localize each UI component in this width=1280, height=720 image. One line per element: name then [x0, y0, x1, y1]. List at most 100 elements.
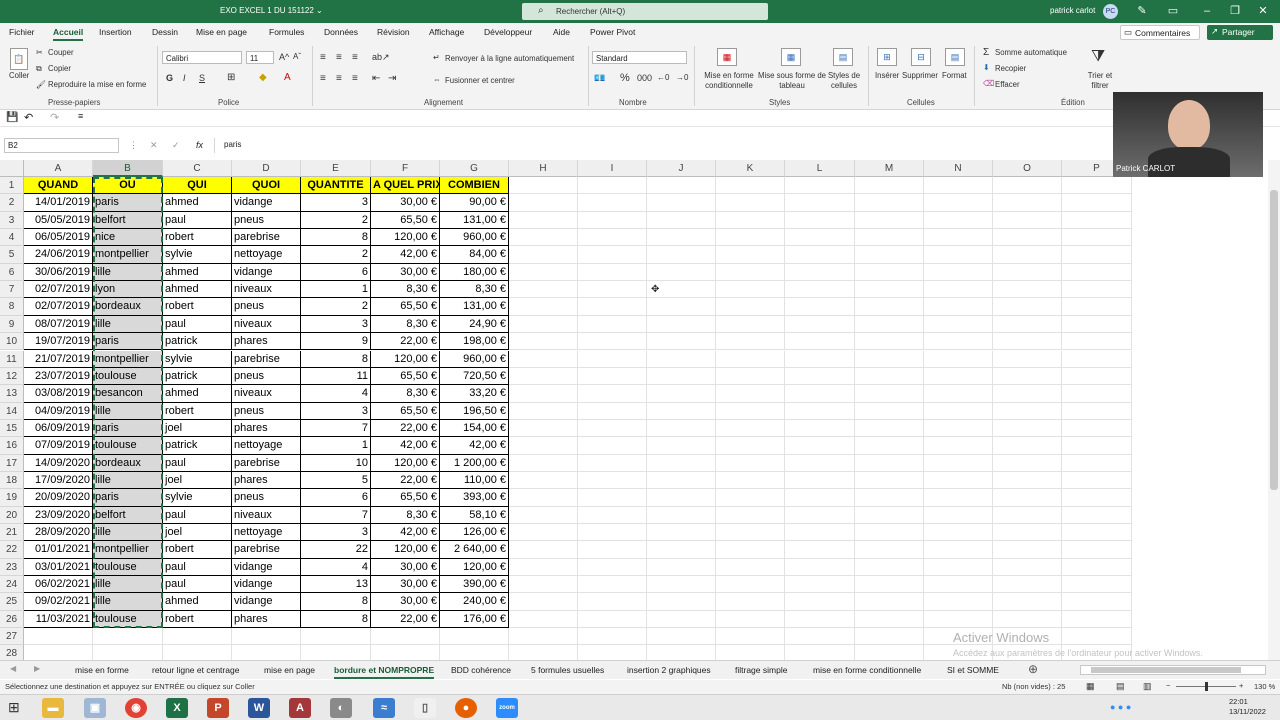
row-header[interactable]: 13: [0, 385, 24, 403]
empty-cell[interactable]: [647, 246, 716, 264]
zoom-in-icon[interactable]: +: [1239, 681, 1243, 690]
empty-cell[interactable]: [578, 471, 647, 490]
table-cell[interactable]: 960,00 €: [440, 350, 509, 368]
empty-cell[interactable]: [993, 489, 1062, 507]
empty-cell[interactable]: [1062, 402, 1132, 420]
empty-cell[interactable]: [716, 506, 785, 524]
empty-cell[interactable]: [993, 350, 1062, 368]
empty-cell[interactable]: [1062, 576, 1132, 594]
header-cell[interactable]: QUAND: [24, 177, 93, 195]
empty-cell[interactable]: [855, 298, 924, 316]
table-cell[interactable]: 22,00 €: [371, 471, 440, 490]
table-cell[interactable]: ahmed: [163, 194, 232, 212]
empty-cell[interactable]: [993, 367, 1062, 386]
empty-cell[interactable]: [993, 471, 1062, 490]
table-cell[interactable]: 58,10 €: [440, 506, 509, 524]
format-cells-icon[interactable]: ▤: [945, 48, 965, 66]
empty-cell[interactable]: [578, 315, 647, 334]
table-cell[interactable]: robert: [163, 229, 232, 247]
row-header[interactable]: 26: [0, 610, 24, 629]
app-icon[interactable]: ≈: [373, 698, 395, 718]
empty-cell[interactable]: [855, 524, 924, 542]
table-cell[interactable]: 30,00 €: [371, 263, 440, 282]
table-cell[interactable]: 720,50 €: [440, 367, 509, 386]
table-cell[interactable]: 42,00 €: [440, 437, 509, 455]
autosum-button[interactable]: Somme automatique: [995, 48, 1067, 57]
empty-cell[interactable]: [785, 298, 855, 316]
row-header[interactable]: 19: [0, 489, 24, 507]
search-box[interactable]: ⌕ Rechercher (Alt+Q): [522, 3, 768, 20]
restore-icon[interactable]: ❐: [1228, 4, 1242, 18]
table-cell[interactable]: 131,00 €: [440, 211, 509, 230]
empty-cell[interactable]: [993, 229, 1062, 247]
tab-revision[interactable]: Révision: [377, 27, 410, 37]
name-box[interactable]: B2: [4, 138, 119, 153]
paste-button[interactable]: Coller: [9, 71, 29, 80]
empty-cell[interactable]: [578, 506, 647, 524]
table-cell[interactable]: besancon: [93, 385, 163, 403]
column-header-i[interactable]: I: [578, 160, 647, 177]
empty-cell[interactable]: [716, 558, 785, 577]
empty-cell[interactable]: [232, 628, 301, 646]
windows-start-icon[interactable]: ⊞: [8, 699, 20, 716]
empty-cell[interactable]: [1062, 628, 1132, 646]
empty-cell[interactable]: [855, 576, 924, 594]
column-header-f[interactable]: F: [371, 160, 440, 177]
empty-cell[interactable]: [993, 333, 1062, 351]
empty-cell[interactable]: [716, 524, 785, 542]
scissors-icon[interactable]: ✂: [36, 48, 43, 57]
table-cell[interactable]: 21/07/2019: [24, 350, 93, 368]
table-cell[interactable]: montpellier: [93, 246, 163, 264]
empty-cell[interactable]: [647, 350, 716, 368]
table-cell[interactable]: 8: [301, 229, 371, 247]
column-header-l[interactable]: L: [785, 160, 855, 177]
empty-cell[interactable]: [716, 194, 785, 212]
row-header[interactable]: 10: [0, 333, 24, 351]
table-cell[interactable]: 22,00 €: [371, 610, 440, 629]
empty-cell[interactable]: [855, 610, 924, 629]
table-cell[interactable]: 42,00 €: [371, 246, 440, 264]
empty-cell[interactable]: [924, 177, 993, 195]
empty-cell[interactable]: [1062, 593, 1132, 611]
underline-icon[interactable]: S: [199, 73, 205, 83]
empty-cell[interactable]: [855, 315, 924, 334]
empty-cell[interactable]: [578, 385, 647, 403]
pen-icon[interactable]: ✎: [1135, 4, 1149, 18]
bold-icon[interactable]: G: [166, 73, 173, 83]
currency-icon[interactable]: 💶: [594, 73, 605, 84]
table-cell[interactable]: 110,00 €: [440, 471, 509, 490]
table-cell[interactable]: 11: [301, 367, 371, 386]
column-header-b[interactable]: B: [93, 160, 163, 177]
empty-cell[interactable]: [647, 419, 716, 438]
brush-icon[interactable]: 🖌: [36, 80, 46, 89]
empty-cell[interactable]: [855, 628, 924, 646]
empty-cell[interactable]: [1062, 489, 1132, 507]
zoom-level[interactable]: 130 %: [1254, 682, 1275, 691]
empty-cell[interactable]: [993, 524, 1062, 542]
empty-cell[interactable]: [509, 263, 578, 282]
empty-cell[interactable]: [647, 263, 716, 282]
empty-cell[interactable]: [1062, 419, 1132, 438]
sort-filter-icon[interactable]: ⧩: [1091, 48, 1105, 66]
zoom-out-icon[interactable]: −: [1166, 681, 1170, 690]
empty-cell[interactable]: [578, 541, 647, 559]
empty-cell[interactable]: [578, 229, 647, 247]
header-cell[interactable]: OU: [93, 177, 163, 195]
column-header-d[interactable]: D: [232, 160, 301, 177]
table-cell[interactable]: 17/09/2020: [24, 471, 93, 490]
sigma-icon[interactable]: Σ: [983, 47, 989, 58]
row-header[interactable]: 21: [0, 524, 24, 542]
empty-cell[interactable]: [578, 593, 647, 611]
table-cell[interactable]: 7: [301, 506, 371, 524]
table-cell[interactable]: joel: [163, 419, 232, 438]
table-cell[interactable]: 126,00 €: [440, 524, 509, 542]
column-header-g[interactable]: G: [440, 160, 509, 177]
check-icon[interactable]: ✓: [172, 140, 180, 151]
table-cell[interactable]: joel: [163, 524, 232, 542]
table-cell[interactable]: 03/01/2021: [24, 558, 93, 577]
sheet-tab[interactable]: mise en forme conditionnelle: [813, 663, 921, 677]
empty-cell[interactable]: [163, 628, 232, 646]
table-cell[interactable]: 22,00 €: [371, 419, 440, 438]
empty-cell[interactable]: [855, 419, 924, 438]
minimize-icon[interactable]: –: [1200, 4, 1214, 18]
